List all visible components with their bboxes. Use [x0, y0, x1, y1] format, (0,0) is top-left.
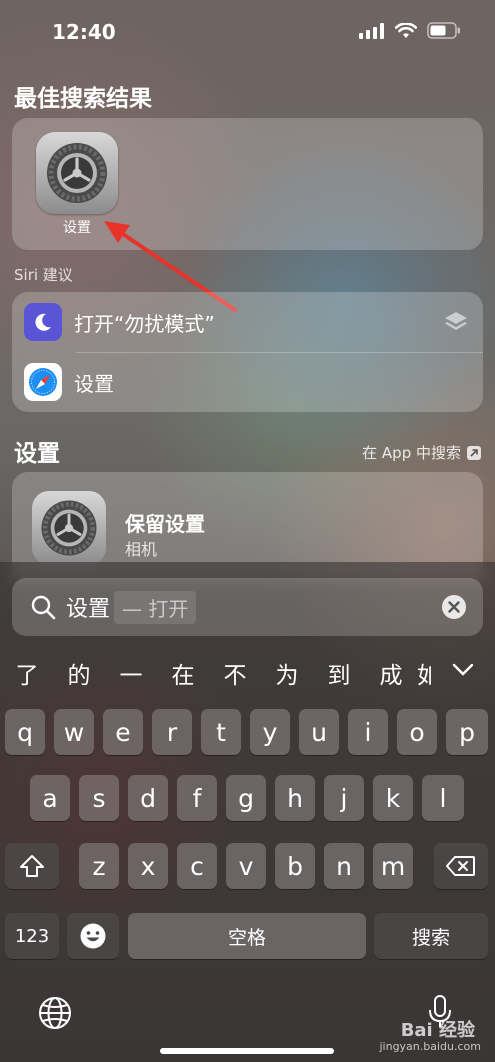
layers-icon	[445, 312, 467, 330]
search-field[interactable]: 设置 — 打开	[12, 578, 483, 636]
key-e[interactable]: e	[103, 709, 143, 755]
key-r[interactable]: r	[152, 709, 192, 755]
key-i[interactable]: i	[348, 709, 388, 755]
top-hits-title: 最佳搜索结果	[14, 86, 152, 112]
space-key[interactable]: 空格	[128, 913, 366, 959]
siri-item-label: 设置	[74, 371, 114, 396]
watermark-brand: Bai 经验	[400, 1020, 475, 1041]
key-q[interactable]: q	[5, 709, 45, 755]
key-y[interactable]: y	[250, 709, 290, 755]
search-completion: — 打开	[114, 590, 197, 624]
siri-item-dnd[interactable]: 打开“勿扰模式”	[12, 292, 483, 352]
key-w[interactable]: w	[54, 709, 94, 755]
siri-item-label: 打开“勿扰模式”	[74, 311, 215, 336]
candidate-word[interactable]: 一	[105, 656, 157, 690]
watermark-url: jingyan.baidu.com	[379, 1040, 481, 1053]
cellular-signal-icon	[359, 22, 384, 39]
open-arrow-icon	[467, 445, 481, 460]
key-l[interactable]: l	[422, 775, 464, 821]
siri-suggestions-card: 打开“勿扰模式” 设置	[12, 292, 483, 412]
settings-section-title: 设置	[14, 441, 60, 467]
candidate-word[interactable]: 如	[417, 656, 431, 690]
settings-item-title: 保留设置	[125, 512, 205, 536]
shift-key[interactable]	[5, 843, 59, 889]
delete-key[interactable]	[434, 843, 488, 889]
key-f[interactable]: f	[177, 775, 217, 821]
battery-icon	[427, 22, 460, 39]
key-v[interactable]: v	[226, 843, 266, 889]
search-key[interactable]: 搜索	[374, 913, 488, 959]
globe-icon[interactable]	[38, 996, 72, 1030]
key-s[interactable]: s	[79, 775, 119, 821]
search-in-app-link[interactable]: 在 App 中搜索	[362, 442, 481, 463]
candidate-word[interactable]: 不	[209, 656, 261, 690]
siri-suggestions-title: Siri 建议	[14, 266, 73, 284]
clear-icon[interactable]	[441, 594, 467, 620]
key-j[interactable]: j	[324, 775, 364, 821]
key-c[interactable]: c	[177, 843, 217, 889]
search-input-value: 设置	[66, 597, 111, 622]
key-p[interactable]: p	[446, 709, 488, 755]
key-n[interactable]: n	[324, 843, 364, 889]
settings-gear-icon	[36, 132, 118, 214]
candidate-word[interactable]: 的	[53, 656, 105, 690]
candidate-word[interactable]: 成	[365, 656, 417, 690]
key-m[interactable]: m	[373, 843, 413, 889]
key-x[interactable]: x	[128, 843, 168, 889]
search-icon	[31, 595, 56, 620]
candidate-word[interactable]: 了	[1, 656, 53, 690]
status-time: 12:40	[52, 20, 116, 44]
chevron-down-icon[interactable]	[451, 662, 475, 678]
key-z[interactable]: z	[79, 843, 119, 889]
key-d[interactable]: d	[128, 775, 168, 821]
moon-icon	[24, 303, 62, 341]
key-h[interactable]: h	[275, 775, 315, 821]
key-t[interactable]: t	[201, 709, 241, 755]
candidate-word[interactable]: 在	[157, 656, 209, 690]
emoji-key[interactable]	[67, 913, 119, 959]
search-in-app-label: 在 App 中搜索	[362, 444, 461, 462]
settings-item-subtitle: 相机	[125, 540, 158, 559]
wifi-icon	[395, 22, 417, 38]
key-k[interactable]: k	[373, 775, 413, 821]
emoji-icon	[80, 923, 106, 949]
key-u[interactable]: u	[299, 709, 339, 755]
key-o[interactable]: o	[397, 709, 437, 755]
safari-icon	[24, 363, 62, 401]
numbers-key[interactable]: 123	[5, 913, 59, 959]
key-a[interactable]: a	[30, 775, 70, 821]
settings-gear-icon	[32, 491, 106, 565]
candidate-bar: 了 的 一 在 不 为 到 成 如	[0, 652, 495, 694]
status-icons	[359, 22, 461, 39]
siri-item-settings[interactable]: 设置	[12, 352, 483, 412]
home-indicator[interactable]	[160, 1048, 334, 1054]
candidate-word[interactable]: 为	[261, 656, 313, 690]
backspace-icon	[446, 856, 475, 876]
key-g[interactable]: g	[226, 775, 266, 821]
key-b[interactable]: b	[275, 843, 315, 889]
shift-icon	[20, 855, 44, 877]
candidate-word[interactable]: 到	[313, 656, 365, 690]
